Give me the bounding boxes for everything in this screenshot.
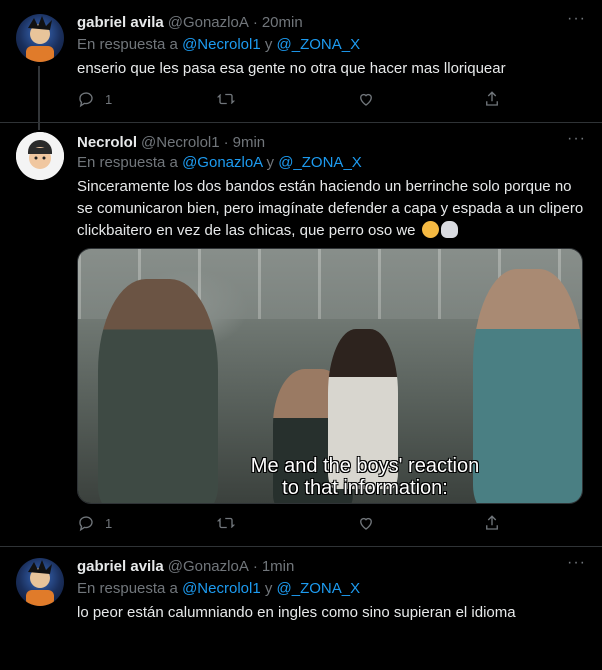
share-icon	[486, 515, 498, 530]
action-bar: 1	[77, 514, 517, 534]
display-name[interactable]: gabriel avila	[77, 558, 164, 575]
skull-emoji-icon	[440, 221, 458, 238]
mention-link[interactable]: @GonazloA	[182, 154, 262, 171]
tweet-text: Sinceramente los dos bandos están hacien…	[77, 176, 585, 242]
meme-caption-line: Me and the boys' reaction	[250, 455, 480, 477]
reply-count: 1	[105, 515, 113, 531]
tweet-header: Necrolol @Necrolol1 · 9min ···	[77, 130, 586, 152]
tweet-2[interactable]: Necrolol @Necrolol1 · 9min ··· En respue…	[0, 122, 602, 548]
mention-link[interactable]: @_ZONA_X	[277, 580, 361, 597]
reply-count: 1	[105, 91, 113, 107]
display-name[interactable]: gabriel avila	[77, 14, 164, 31]
user-handle[interactable]: @GonazloA	[168, 14, 249, 31]
timestamp[interactable]: 9min	[233, 134, 266, 151]
more-icon[interactable]: ···	[567, 130, 586, 148]
laughing-cat-emoji-icon	[421, 221, 439, 238]
share-icon	[486, 91, 498, 106]
reply-icon	[79, 92, 93, 108]
action-bar: 1	[77, 90, 517, 110]
tweet-header: gabriel avila @GonazloA · 1min ···	[77, 554, 586, 576]
avatar[interactable]	[16, 132, 64, 180]
timestamp[interactable]: 20min	[262, 14, 303, 31]
reply-icon	[79, 516, 93, 532]
share-button[interactable]	[483, 90, 501, 108]
mention-link[interactable]: @_ZONA_X	[277, 36, 361, 53]
more-icon[interactable]: ···	[567, 554, 586, 572]
retweet-button[interactable]	[217, 90, 235, 108]
avatar[interactable]	[16, 14, 64, 62]
user-handle[interactable]: @GonazloA	[168, 558, 249, 575]
reply-button[interactable]: 1	[77, 514, 112, 532]
avatar-image	[26, 16, 54, 62]
reply-to-line: En respuesta a @Necrolol1 y @_ZONA_X	[77, 36, 360, 56]
reply-to-line: En respuesta a @Necrolol1 y @_ZONA_X	[77, 580, 360, 600]
timestamp[interactable]: 1min	[262, 558, 295, 575]
reply-prefix: En respuesta a	[77, 580, 183, 597]
reply-button[interactable]: 1	[77, 90, 112, 108]
avatar[interactable]	[16, 558, 64, 606]
tweet-text: lo peor están calumniando en ingles como…	[77, 604, 516, 621]
mention-link[interactable]: @Necrolol1	[182, 36, 261, 53]
tweet-3[interactable]: gabriel avila @GonazloA · 1min ··· En re…	[0, 546, 602, 670]
reply-prefix: En respuesta a	[77, 36, 183, 53]
separator-dot: ·	[223, 133, 229, 151]
separator-dot: ·	[252, 13, 258, 31]
more-icon[interactable]: ···	[567, 10, 586, 28]
like-icon	[360, 517, 372, 530]
reply-conjunction: y	[260, 580, 277, 597]
like-icon	[360, 93, 372, 106]
like-button[interactable]	[357, 514, 375, 532]
reply-to-line: En respuesta a @GonazloA y @_ZONA_X	[77, 154, 362, 174]
separator-dot: ·	[252, 557, 258, 575]
meme-caption-line: to that information:	[282, 477, 448, 499]
reply-conjunction: y	[262, 154, 279, 171]
user-handle[interactable]: @Necrolol1	[141, 134, 220, 151]
tweet-text-content: Sinceramente los dos bandos están hacien…	[77, 178, 584, 239]
share-button[interactable]	[483, 514, 501, 532]
reply-conjunction: y	[260, 36, 277, 53]
tweet-1[interactable]: gabriel avila @GonazloA · 20min ··· En r…	[0, 0, 602, 122]
retweet-icon	[217, 93, 235, 105]
reply-prefix: En respuesta a	[77, 154, 183, 171]
retweet-icon	[217, 517, 235, 529]
tweet-text: enserio que les pasa esa gente no otra q…	[77, 60, 506, 77]
display-name[interactable]: Necrolol	[77, 134, 137, 151]
avatar-image	[16, 132, 64, 180]
mention-link[interactable]: @Necrolol1	[182, 580, 261, 597]
tweet-header: gabriel avila @GonazloA · 20min ···	[77, 10, 586, 32]
mention-link[interactable]: @_ZONA_X	[278, 154, 362, 171]
retweet-button[interactable]	[217, 514, 235, 532]
like-button[interactable]	[357, 90, 375, 108]
avatar-image	[26, 560, 54, 606]
tweet-media-image[interactable]: Me and the boys' reaction to that inform…	[77, 248, 583, 504]
meme-caption: Me and the boys' reaction to that inform…	[188, 455, 542, 499]
